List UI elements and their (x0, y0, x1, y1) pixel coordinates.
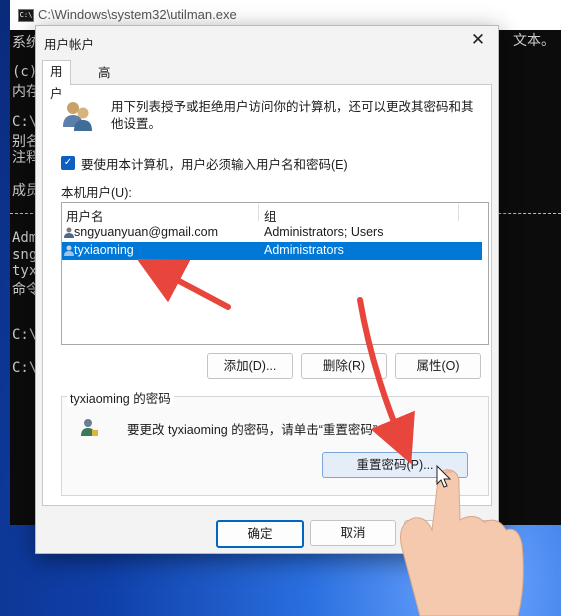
console-title: C:\Windows\system32\utilman.exe (38, 7, 237, 22)
column-header-group[interactable]: 组 (264, 206, 277, 225)
user-icon (64, 227, 74, 238)
password-groupbox (61, 396, 489, 496)
dialog-title: 用户帐户 (44, 38, 95, 52)
close-icon[interactable]: ✕ (468, 30, 488, 50)
require-login-label[interactable]: 要使用本计算机，用户必须输入用户名和密码(E) (81, 154, 348, 173)
listview-header: 用户名 组 (62, 203, 488, 225)
cancel-button[interactable]: 取消 (310, 520, 396, 546)
password-message: 要更改 tyxiaoming 的密码，请单击“重置密码”。 (127, 423, 390, 437)
reset-password-button[interactable]: 重置密码(P)... (322, 452, 468, 478)
user-name: sngyuanyuan@gmail.com (74, 225, 219, 239)
users-icon (63, 102, 92, 131)
password-group-title: tyxiaoming 的密码 (67, 388, 174, 407)
user-row[interactable]: sngyuanyuan@gmail.com Administrators; Us… (62, 224, 482, 242)
tab-users[interactable]: 用户 (42, 60, 71, 101)
local-users-label: 本机用户(U): (61, 186, 132, 200)
users-listview[interactable]: 用户名 组 sngyuanyuan@gmail.com Administrato… (61, 202, 489, 345)
remove-user-button[interactable]: 删除(R) (301, 353, 387, 379)
column-header-username[interactable]: 用户名 (66, 206, 104, 225)
add-user-button[interactable]: 添加(D)... (207, 353, 293, 379)
apply-button[interactable]: 应用(A) (404, 520, 490, 546)
console-line: C:\ (12, 327, 38, 343)
users-tab-panel: 用下列表授予或拒绝用户访问你的计算机，还可以更改其密码和其他设置。 ✓ 要使用本… (42, 84, 492, 506)
require-login-checkbox[interactable]: ✓ (61, 156, 75, 170)
user-icon (64, 245, 74, 256)
console-line: C:\ (12, 360, 38, 376)
user-group: Administrators; Users (264, 225, 384, 239)
tab-advanced[interactable]: 高级 (91, 62, 118, 102)
column-separator[interactable] (458, 204, 459, 221)
ok-button[interactable]: 确定 (216, 520, 304, 548)
user-row-selected[interactable]: tyxiaoming Administrators (62, 242, 482, 260)
console-line: (c) (12, 64, 38, 80)
properties-button[interactable]: 属性(O) (395, 353, 481, 379)
user-name: tyxiaoming (74, 243, 134, 257)
user-key-icon (81, 419, 98, 436)
user-accounts-dialog: 用户帐户 ✕ 用户 高级 用下列表授予或拒绝用户访问你的计算机，还可以更改其密码… (35, 25, 499, 554)
cmd-icon: C:\ (18, 9, 34, 22)
intro-text: 用下列表授予或拒绝用户访问你的计算机，还可以更改其密码和其他设置。 (111, 100, 474, 131)
console-line: Adm (12, 230, 38, 246)
column-separator[interactable] (258, 204, 259, 221)
user-group: Administrators (264, 243, 344, 257)
console-right-text: 文本。 (513, 33, 555, 49)
console-line: C:\ (12, 114, 38, 130)
